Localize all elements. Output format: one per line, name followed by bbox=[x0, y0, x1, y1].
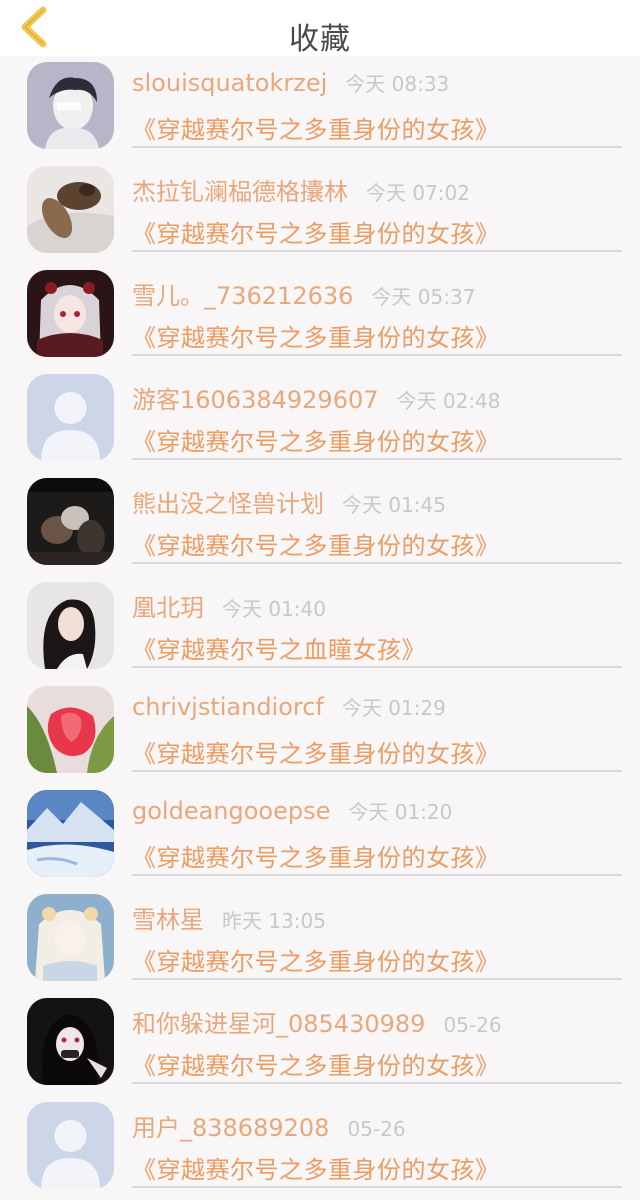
page-title: 收藏 bbox=[289, 22, 351, 57]
book-title[interactable]: 《穿越赛尔号之多重身份的女孩》 bbox=[132, 318, 500, 353]
timestamp: 05-26 bbox=[347, 1117, 406, 1141]
avatar[interactable] bbox=[27, 1102, 114, 1189]
list-item[interactable]: 雪儿。_736212636 今天 05:37 《穿越赛尔号之多重身份的女孩》 bbox=[0, 264, 640, 368]
avatar[interactable] bbox=[27, 686, 114, 773]
list-item[interactable]: goldeangooepse 今天 01:20 《穿越赛尔号之多重身份的女孩》 bbox=[0, 784, 640, 888]
book-title[interactable]: 《穿越赛尔号之多重身份的女孩》 bbox=[132, 942, 500, 977]
timestamp: 05-26 bbox=[443, 1013, 502, 1037]
list-item[interactable]: 雪林星 昨天 13:05 《穿越赛尔号之多重身份的女孩》 bbox=[0, 888, 640, 992]
username: 凰北玥 bbox=[132, 594, 204, 622]
avatar[interactable] bbox=[27, 374, 114, 461]
timestamp: 今天 02:48 bbox=[396, 389, 501, 413]
list-item[interactable]: slouisquatokrzej 今天 08:33 《穿越赛尔号之多重身份的女孩… bbox=[0, 56, 640, 160]
username: 游客1606384929607 bbox=[132, 386, 379, 414]
list-item[interactable]: chrivjstiandiorcf 今天 01:29 《穿越赛尔号之多重身份的女… bbox=[0, 680, 640, 784]
header-bar: 收藏 bbox=[0, 0, 640, 57]
list-item[interactable]: 熊出没之怪兽计划 今天 01:45 《穿越赛尔号之多重身份的女孩》 bbox=[0, 472, 640, 576]
username: slouisquatokrzej bbox=[132, 69, 328, 97]
username: 雪林星 bbox=[132, 906, 204, 934]
avatar[interactable] bbox=[27, 894, 114, 981]
username: 熊出没之怪兽计划 bbox=[132, 490, 324, 518]
list-item[interactable]: 游客1606384929607 今天 02:48 《穿越赛尔号之多重身份的女孩》 bbox=[0, 368, 640, 472]
avatar[interactable] bbox=[27, 998, 114, 1085]
list-item[interactable]: 凰北玥 今天 01:40 《穿越赛尔号之血瞳女孩》 bbox=[0, 576, 640, 680]
list-item[interactable]: 杰拉钆澜榀德格攮林 今天 07:02 《穿越赛尔号之多重身份的女孩》 bbox=[0, 160, 640, 264]
timestamp: 今天 01:40 bbox=[222, 597, 326, 621]
timestamp: 今天 01:45 bbox=[342, 493, 446, 517]
timestamp: 今天 01:29 bbox=[341, 696, 446, 720]
avatar[interactable] bbox=[27, 62, 114, 149]
timestamp: 今天 05:37 bbox=[371, 285, 476, 309]
book-title[interactable]: 《穿越赛尔号之多重身份的女孩》 bbox=[132, 734, 500, 769]
avatar[interactable] bbox=[27, 790, 114, 877]
timestamp: 昨天 13:05 bbox=[222, 909, 326, 933]
favorites-list: slouisquatokrzej 今天 08:33 《穿越赛尔号之多重身份的女孩… bbox=[0, 56, 640, 1200]
avatar[interactable] bbox=[27, 166, 114, 253]
book-title[interactable]: 《穿越赛尔号之多重身份的女孩》 bbox=[132, 422, 500, 457]
book-title[interactable]: 《穿越赛尔号之多重身份的女孩》 bbox=[132, 1046, 500, 1081]
username: 和你躲进星河_085430989 bbox=[132, 1010, 426, 1038]
username: goldeangooepse bbox=[132, 797, 331, 825]
book-title[interactable]: 《穿越赛尔号之多重身份的女孩》 bbox=[132, 214, 500, 249]
avatar[interactable] bbox=[27, 478, 114, 565]
list-item[interactable]: 和你躲进星河_085430989 05-26 《穿越赛尔号之多重身份的女孩》 bbox=[0, 992, 640, 1096]
book-title[interactable]: 《穿越赛尔号之多重身份的女孩》 bbox=[132, 838, 500, 873]
username: 杰拉钆澜榀德格攮林 bbox=[132, 178, 348, 206]
timestamp: 今天 08:33 bbox=[345, 72, 450, 96]
book-title[interactable]: 《穿越赛尔号之多重身份的女孩》 bbox=[132, 526, 500, 561]
username: chrivjstiandiorcf bbox=[132, 693, 324, 721]
timestamp: 今天 01:20 bbox=[348, 800, 453, 824]
timestamp: 今天 07:02 bbox=[366, 181, 470, 205]
avatar[interactable] bbox=[27, 270, 114, 357]
book-title[interactable]: 《穿越赛尔号之血瞳女孩》 bbox=[132, 630, 426, 665]
username: 用户_838689208 bbox=[132, 1114, 330, 1142]
username: 雪儿。_736212636 bbox=[132, 282, 354, 310]
avatar[interactable] bbox=[27, 582, 114, 669]
book-title[interactable]: 《穿越赛尔号之多重身份的女孩》 bbox=[132, 110, 500, 145]
list-item[interactable]: 用户_838689208 05-26 《穿越赛尔号之多重身份的女孩》 bbox=[0, 1096, 640, 1200]
